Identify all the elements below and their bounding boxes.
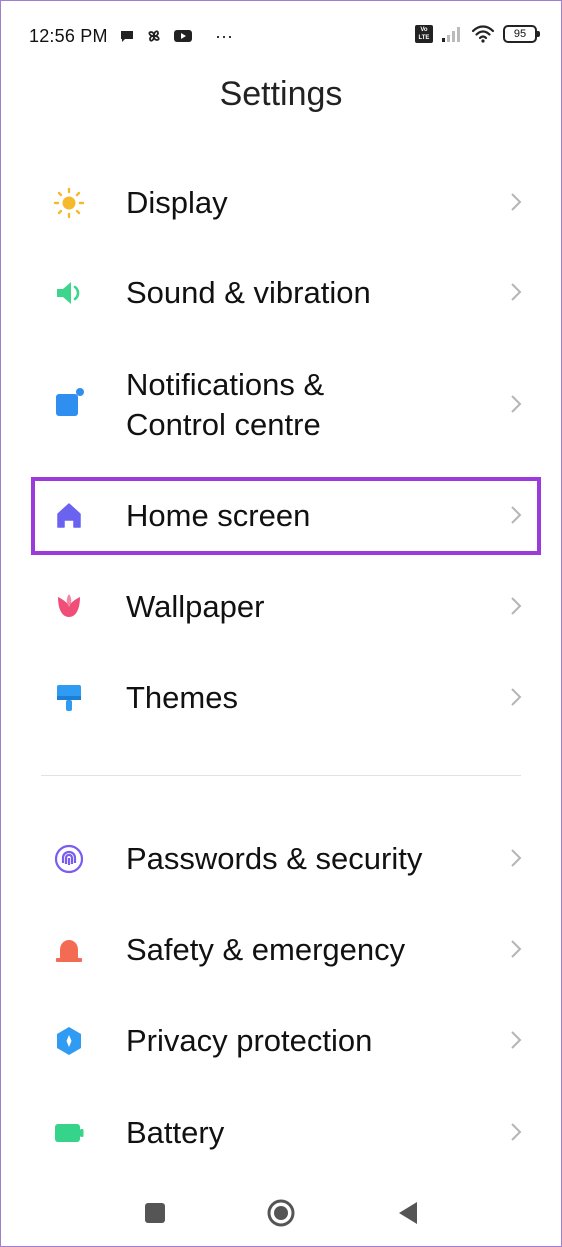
chevron-right-icon xyxy=(511,1123,522,1141)
sun-icon xyxy=(53,187,85,219)
settings-item-label: Wallpaper xyxy=(126,589,265,624)
settings-item-label-line2: Control centre xyxy=(126,407,321,442)
chat-icon xyxy=(121,31,133,42)
home-icon xyxy=(57,503,81,528)
navigation-bar xyxy=(1,1181,561,1245)
settings-item-label: Safety & emergency xyxy=(126,932,406,967)
home-button[interactable] xyxy=(265,1197,297,1229)
alarm-icon xyxy=(56,940,82,962)
status-time: 12:56 PM xyxy=(29,26,108,46)
wifi-icon xyxy=(471,25,495,43)
settings-item-battery[interactable]: Battery xyxy=(1,1105,561,1161)
section-divider xyxy=(41,775,521,776)
settings-item-label: Battery xyxy=(126,1115,225,1150)
settings-item-themes[interactable]: Themes xyxy=(1,670,561,726)
tulip-icon xyxy=(58,594,80,617)
signal-icon xyxy=(442,27,460,42)
settings-item-notifications[interactable]: Notifications & Control centre xyxy=(1,357,561,453)
chevron-right-icon xyxy=(511,688,522,706)
battery-icon xyxy=(55,1124,84,1142)
back-button[interactable] xyxy=(393,1197,425,1229)
settings-item-label: Passwords & security xyxy=(126,841,423,876)
settings-item-wallpaper[interactable]: Wallpaper xyxy=(1,579,561,635)
notification-icon xyxy=(56,388,84,416)
settings-item-sound-vibration[interactable]: Sound & vibration xyxy=(1,265,561,321)
fingerprint-icon xyxy=(54,844,84,874)
chevron-right-icon xyxy=(511,849,522,867)
settings-item-label: Privacy protection xyxy=(126,1023,373,1058)
settings-item-label: Display xyxy=(126,185,228,220)
settings-item-display[interactable]: Display xyxy=(1,175,561,231)
chevron-right-icon xyxy=(511,940,522,958)
settings-item-privacy-protection[interactable]: Privacy protection xyxy=(1,1013,561,1069)
chevron-right-icon xyxy=(511,506,522,524)
chevron-right-icon xyxy=(511,283,522,301)
settings-item-safety-emergency[interactable]: Safety & emergency xyxy=(1,922,561,978)
settings-item-label: Sound & vibration xyxy=(126,275,371,310)
settings-item-label: Themes xyxy=(126,680,238,715)
settings-item-label: Notifications & xyxy=(126,367,325,402)
speaker-icon xyxy=(57,282,80,304)
pinwheel-icon xyxy=(148,30,160,42)
status-bar: 12:56 PM ··· Vo LTE 95 xyxy=(1,1,561,71)
recents-button[interactable] xyxy=(139,1197,171,1229)
privacy-icon xyxy=(57,1027,81,1055)
brush-icon xyxy=(57,685,81,711)
battery-indicator: 95 xyxy=(503,25,540,43)
more-notifications-icon: ··· xyxy=(215,26,233,46)
chevron-right-icon xyxy=(511,1031,522,1049)
settings-item-passwords-security[interactable]: Passwords & security xyxy=(1,831,561,887)
chevron-right-icon xyxy=(511,193,522,211)
page-title: Settings xyxy=(219,75,343,113)
chevron-right-icon xyxy=(511,395,522,413)
chevron-right-icon xyxy=(511,597,522,615)
youtube-icon xyxy=(174,30,192,42)
settings-item-home-screen[interactable]: Home screen xyxy=(1,488,561,544)
volte-icon: Vo LTE xyxy=(415,25,433,43)
settings-item-label: Home screen xyxy=(126,498,311,533)
